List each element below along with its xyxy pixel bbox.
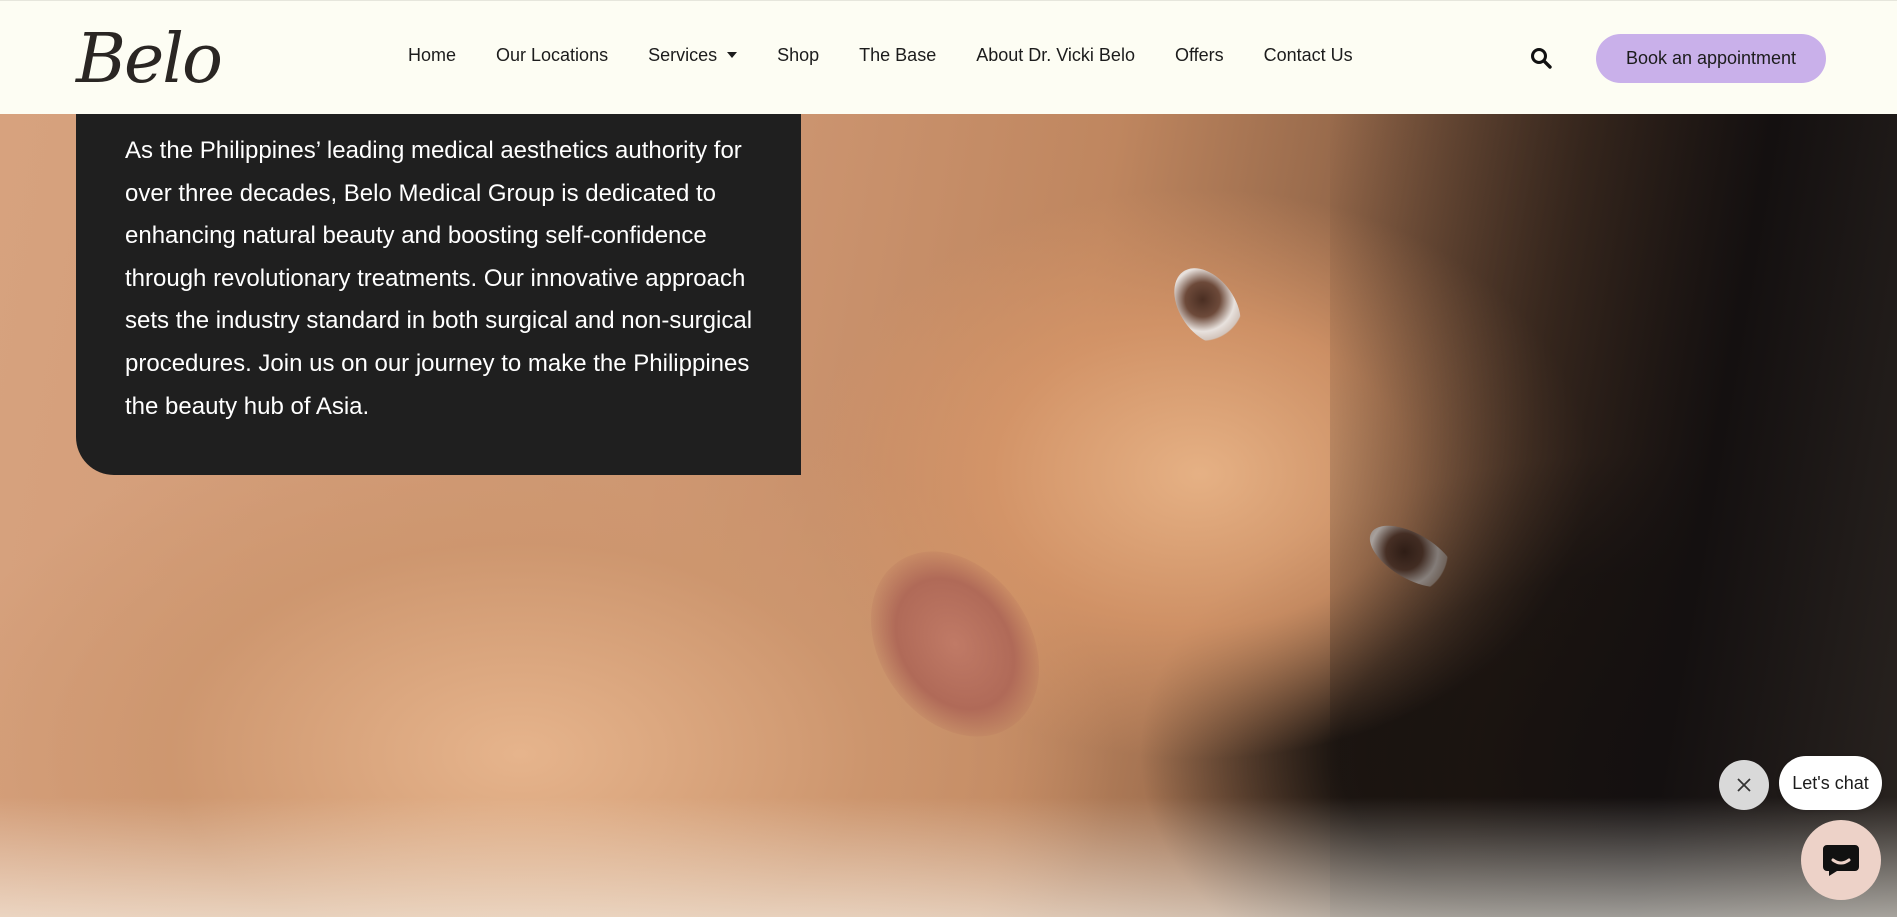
nav-item-home[interactable]: Home [408, 45, 456, 66]
main-nav: Home Our Locations Services Shop The Bas… [408, 1, 1393, 109]
nav-item-services[interactable]: Services [648, 44, 738, 66]
belo-logo[interactable]: Belo [76, 15, 223, 105]
chevron-down-icon [727, 52, 738, 58]
chat-launcher-button[interactable] [1801, 820, 1881, 900]
hero-photo-eye-left [1160, 255, 1255, 358]
nav-item-the-base[interactable]: The Base [859, 45, 936, 66]
intro-card: As the Philippines’ leading medical aest… [76, 114, 801, 475]
nav-item-our-locations[interactable]: Our Locations [496, 45, 608, 66]
nav-item-offers[interactable]: Offers [1175, 45, 1224, 66]
intro-text: As the Philippines’ leading medical aest… [125, 137, 753, 420]
nav-item-about[interactable]: About Dr. Vicki Belo [976, 45, 1135, 66]
hero-bottom-fade [0, 797, 1897, 917]
nav-item-services-label: Services [648, 44, 718, 65]
close-icon [1737, 778, 1751, 792]
chat-prompt-bubble[interactable]: Let's chat [1779, 756, 1882, 810]
nav-item-shop[interactable]: Shop [777, 45, 819, 66]
hero-photo-lips [836, 519, 1074, 769]
chat-icon [1823, 845, 1859, 876]
nav-item-contact-us[interactable]: Contact Us [1264, 45, 1353, 66]
chat-close-button[interactable] [1719, 760, 1769, 810]
site-header: Belo Home Our Locations Services Shop Th… [0, 0, 1897, 114]
search-icon[interactable] [1530, 47, 1552, 69]
book-appointment-button[interactable]: Book an appointment [1596, 34, 1826, 83]
